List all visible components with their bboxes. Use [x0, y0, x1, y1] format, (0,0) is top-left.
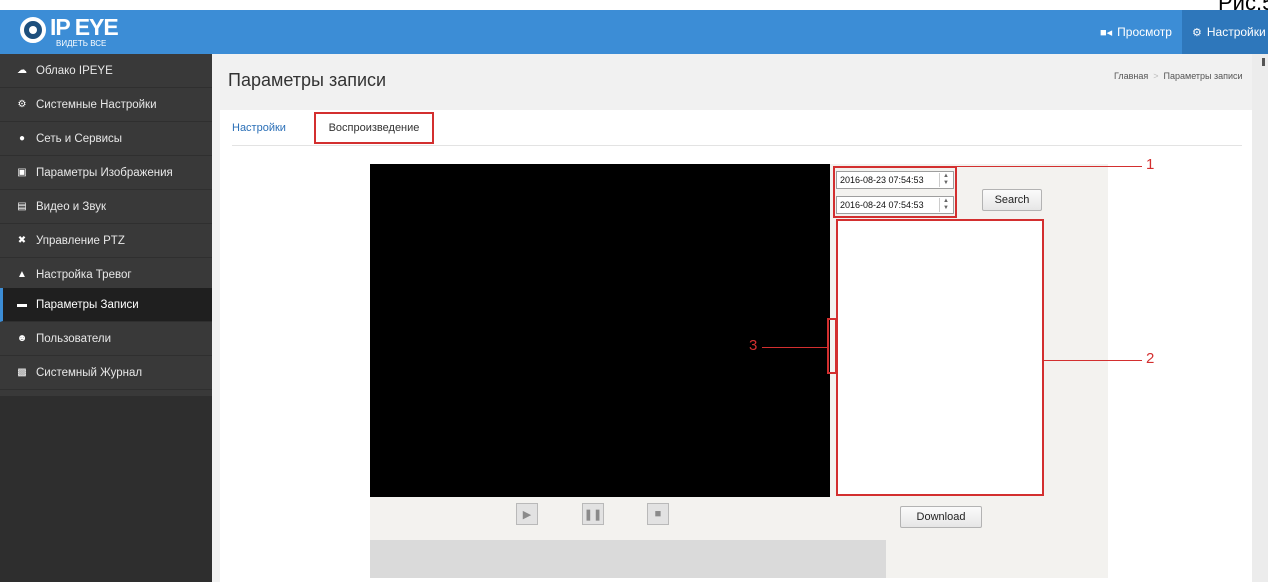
move-arrows-icon: ✖ [17, 235, 27, 246]
warning-icon: ▲ [17, 269, 27, 280]
play-icon: ▶ [522, 508, 532, 521]
search-button[interactable]: Search [982, 189, 1042, 211]
page-title: Параметры записи [228, 70, 387, 90]
tab-divider [232, 145, 1242, 146]
download-button[interactable]: Download [900, 506, 982, 528]
sidebar-item-system-settings[interactable]: ⚙ Системные Настройки [0, 88, 212, 122]
sidebar-item-image[interactable]: ▣ Параметры Изображения [0, 156, 212, 190]
sidebar-item-alarms[interactable]: ▲ Настройка Тревог [0, 258, 212, 292]
stop-icon: ■ [654, 508, 662, 520]
logo-tagline: ВИДЕТЬ ВСЕ [56, 39, 107, 48]
sidebar-item-label: Параметры Изображения [36, 166, 173, 179]
archive-icon: ▬ [17, 299, 27, 310]
play-button[interactable]: ▶ [516, 503, 538, 525]
annotation-leader-2 [1044, 360, 1142, 361]
logo[interactable]: IP EYE ВИДЕТЬ ВСЕ [6, 12, 166, 52]
sidebar-item-label: Настройка Тревог [36, 268, 132, 281]
scrollbar-track[interactable] [1252, 54, 1268, 582]
sidebar-filler [0, 396, 212, 582]
nav-view-label: Просмотр [1117, 25, 1172, 39]
sidebar-item-label: Системные Настройки [36, 98, 157, 111]
annotation-label-1: 1 [1146, 156, 1155, 173]
sidebar-item-label: Системный Журнал [36, 366, 143, 379]
sidebar-item-label: Управление PTZ [36, 234, 125, 247]
nav-settings-label: Настройки [1206, 25, 1266, 39]
video-camera-icon: ■◂ [1100, 26, 1113, 39]
breadcrumb-separator-icon: > [1153, 71, 1159, 81]
sidebar-item-label: Облако IPEYE [36, 64, 113, 77]
annotation-box-2 [836, 219, 1044, 496]
nav-view-button[interactable]: ■◂ Просмотр [1090, 10, 1188, 54]
annotation-label-3: 3 [749, 337, 758, 354]
pause-icon: ❚❚ [583, 508, 603, 521]
cogs-icon: ⚙ [17, 99, 27, 110]
annotation-leader-3 [762, 347, 827, 348]
annotation-box-3 [827, 318, 837, 374]
video-viewport[interactable] [370, 164, 830, 497]
annotation-box-1 [833, 166, 957, 218]
pause-button[interactable]: ❚❚ [582, 503, 604, 525]
sidebar-item-cloud[interactable]: ☁ Облако IPEYE [0, 54, 212, 88]
annotation-leader-1 [957, 166, 1142, 167]
sidebar-item-label: Сеть и Сервисы [36, 132, 123, 145]
sidebar-item-label: Пользователи [36, 332, 112, 345]
sidebar-item-recording[interactable]: ▬ Параметры Записи [0, 288, 212, 322]
cloud-icon: ☁ [17, 65, 27, 76]
sidebar-item-log[interactable]: ▩ Системный Журнал [0, 356, 212, 390]
sidebar-item-label: Видео и Звук [36, 200, 106, 213]
sidebar-item-network[interactable]: ● Сеть и Сервисы [0, 122, 212, 156]
stop-button[interactable]: ■ [647, 503, 669, 525]
tab-settings[interactable]: Настройки [232, 112, 286, 144]
nav-settings-button[interactable]: ⚙ Настройки [1182, 10, 1268, 54]
breadcrumb: Главная > Параметры записи [1114, 71, 1243, 81]
logo-brand: IP EYE [50, 14, 119, 40]
cogs-icon: ⚙ [1192, 26, 1202, 39]
file-icon: ▩ [17, 367, 27, 378]
scrollbar-thumb[interactable] [1262, 58, 1265, 66]
tab-playback[interactable]: Воспроизведение [314, 112, 434, 144]
users-icon: ☻ [16, 333, 28, 344]
timeline-bar[interactable] [370, 540, 886, 578]
sidebar-item-label: Параметры Записи [36, 298, 139, 311]
sidebar-item-users[interactable]: ☻ Пользователи [0, 322, 212, 356]
top-bar: IP EYE ВИДЕТЬ ВСЕ ■◂ Просмотр ⚙ Настройк… [0, 10, 1268, 54]
film-icon: ▤ [17, 201, 27, 212]
image-icon: ▣ [17, 167, 27, 178]
globe-icon: ● [18, 133, 26, 144]
sidebar-item-video-audio[interactable]: ▤ Видео и Звук [0, 190, 212, 224]
breadcrumb-home[interactable]: Главная [1114, 71, 1148, 81]
breadcrumb-current: Параметры записи [1163, 71, 1243, 81]
annotation-label-2: 2 [1146, 350, 1155, 367]
sidebar-item-ptz[interactable]: ✖ Управление PTZ [0, 224, 212, 258]
eye-logo-icon [20, 17, 46, 43]
